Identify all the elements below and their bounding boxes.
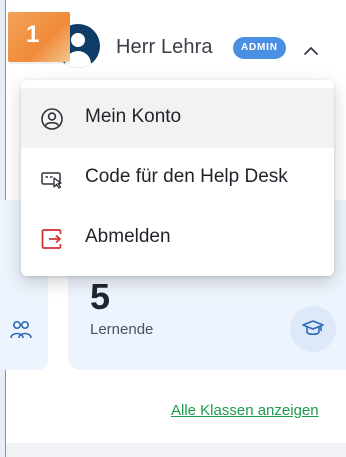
all-classes-link[interactable]: Alle Klassen anzeigen bbox=[171, 402, 319, 419]
graduation-cap-badge bbox=[290, 306, 336, 352]
menu-item-label: Code für den Help Desk bbox=[85, 166, 288, 187]
user-menu-dropdown: Mein Konto Code für den Help Desk Abmeld… bbox=[21, 80, 334, 276]
bottom-section bbox=[6, 443, 346, 457]
avatar-head bbox=[71, 33, 85, 47]
chevron-up-icon[interactable] bbox=[300, 40, 322, 62]
people-icon bbox=[10, 320, 32, 339]
menu-item-label: Abmelden bbox=[85, 226, 171, 247]
learners-count: 5 bbox=[90, 276, 111, 317]
helpdesk-code-icon bbox=[41, 172, 62, 189]
menu-item-label: Mein Konto bbox=[85, 106, 182, 127]
role-badge: ADMIN bbox=[233, 37, 286, 59]
onboarding-step-badge: 1 bbox=[8, 12, 70, 62]
menu-item-mein-konto[interactable]: Mein Konto bbox=[21, 88, 334, 148]
graduation-cap-icon bbox=[302, 320, 324, 336]
learners-label: Lernende bbox=[90, 321, 154, 338]
menu-item-helpdesk-code[interactable]: Code für den Help Desk bbox=[21, 148, 334, 208]
account-circle-icon bbox=[41, 108, 63, 130]
menu-item-abmelden[interactable]: Abmelden bbox=[21, 208, 334, 268]
step-number: 1 bbox=[26, 21, 40, 48]
logout-icon bbox=[41, 229, 62, 249]
user-name[interactable]: Herr Lehra bbox=[116, 36, 213, 59]
